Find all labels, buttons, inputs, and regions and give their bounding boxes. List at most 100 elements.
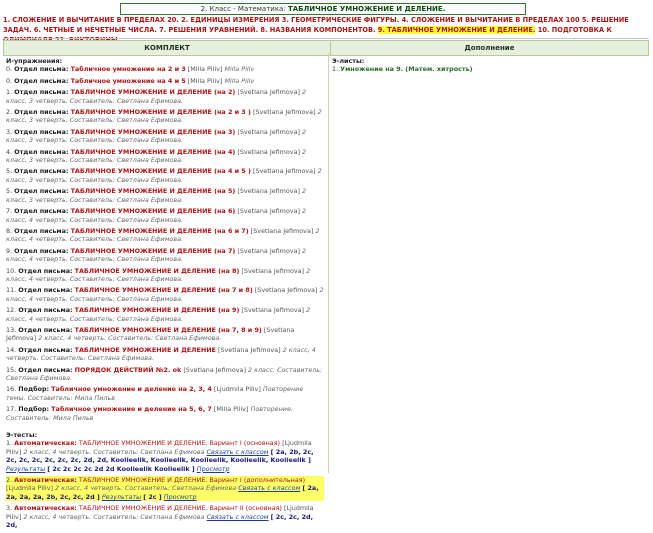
exercise-number: 3.: [6, 127, 13, 136]
exercise-number: 17.: [6, 405, 17, 414]
exercise-title-link[interactable]: ТАБЛИЧНОЕ УМНОЖЕНИЕ И ДЕЛЕНИЕ (на 4): [71, 148, 236, 156]
exercise-type: Отдел письма:: [14, 127, 69, 136]
exercise-type: Отдел письма:: [18, 365, 73, 374]
exercise-title-link[interactable]: Табличное умножение на 4 и 5: [71, 77, 186, 85]
exercise-type: Отдел письма:: [18, 286, 73, 295]
link-class-link[interactable]: Связать с классом: [238, 484, 300, 492]
exercise-author: [Svetlana Jefimova]: [237, 127, 300, 136]
exercise-author: [Svetlana Jefimova]: [237, 187, 300, 196]
topic-link[interactable]: 1. СЛОЖЕНИЕ И ВЫЧИТАНИЕ В ПРЕДЕЛАХ 20.: [3, 16, 179, 24]
topic-link[interactable]: 6. ЧЕТНЫЕ И НЕЧЕТНЫЕ ЧИСЛА.: [34, 26, 157, 34]
exercise-author: [Svetlana Jefimova]: [237, 88, 300, 97]
view-link[interactable]: Просмотр: [164, 493, 197, 501]
topic-link[interactable]: 8. НАЗВАНИЯ КОМПОНЕНТОВ.: [260, 26, 375, 34]
results-link[interactable]: Результаты: [6, 465, 45, 473]
view-link[interactable]: Просмотр: [197, 465, 230, 473]
results-link[interactable]: Результаты: [102, 493, 141, 501]
exercise-title-link[interactable]: ТАБЛИЧНОЕ УМНОЖЕНИЕ И ДЕЛЕНИЕ (на 4 и 5 …: [71, 167, 251, 175]
test-number: 3.: [6, 504, 13, 513]
exercise-title-link[interactable]: ТАБЛИЧНОЕ УМНОЖЕНИЕ И ДЕЛЕНИЕ (на 3): [71, 128, 236, 136]
exercise-item: 5. Отдел письма: ТАБЛИЧНОЕ УМНОЖЕНИЕ И Д…: [6, 167, 324, 184]
exercise-number: 11.: [6, 286, 17, 295]
exercise-item: 2. Отдел письма: ТАБЛИЧНОЕ УМНОЖЕНИЕ И Д…: [6, 108, 324, 125]
test-item: 2. Автоматическая: ТАБЛИЧНОЕ УМНОЖЕНИЕ И…: [6, 476, 324, 502]
exercise-title-link[interactable]: ТАБЛИЧНОЕ УМНОЖЕНИЕ И ДЕЛЕНИЕ (на 6 и 7): [71, 227, 249, 235]
page-title-box: 2. Класс - Математика: ТАБЛИЧНОЕ УМНОЖЕН…: [120, 3, 526, 15]
worksheet-link[interactable]: Умножение на 9. (Матем. хитрость): [340, 65, 472, 73]
exercise-title-link[interactable]: ТАБЛИЧНОЕ УМНОЖЕНИЕ И ДЕЛЕНИЕ (на 6): [71, 207, 236, 215]
link-class-link[interactable]: Связать с классом: [207, 513, 269, 521]
exercise-author: [Milla Piliv]: [187, 76, 223, 85]
exercise-type: Отдел письма:: [14, 246, 69, 255]
exercise-number: 15.: [6, 365, 17, 374]
exercise-title-link[interactable]: ТАБЛИЧНОЕ УМНОЖЕНИЕ И ДЕЛЕНИЕ (на 9): [75, 306, 240, 314]
exercise-item: 0. Отдел письма: Табличное умножение на …: [6, 65, 324, 73]
exercise-type: Отдел письма:: [14, 167, 69, 176]
exercise-meta: Milla Piliv: [224, 76, 255, 85]
exercises-heading: И-упражнения:: [6, 57, 63, 65]
test-meta: 2 класс, 4 четверть. Составитель: Светла…: [23, 512, 205, 521]
topic-link[interactable]: 2. ЕДИНИЦЫ ИЗМЕРЕНИЯ: [181, 16, 279, 24]
topic-link[interactable]: 3. ГЕОМЕТРИЧЕСКИЕ ФИГУРЫ.: [282, 16, 400, 24]
exercise-title-link[interactable]: ТАБЛИЧНОЕ УМНОЖЕНИЕ И ДЕЛЕНИЕ: [75, 346, 216, 354]
exercise-title-link[interactable]: ТАБЛИЧНОЕ УМНОЖЕНИЕ И ДЕЛЕНИЕ (на 7): [71, 247, 236, 255]
topic-link[interactable]: 9. ТАБЛИЧНОЕ УМНОЖЕНИЕ И ДЕЛЕНИЕ.: [377, 26, 536, 34]
page-title: ТАБЛИЧНОЕ УМНОЖЕНИЕ И ДЕЛЕНИЕ.: [287, 5, 446, 13]
test-title-link[interactable]: ТАБЛИЧНОЕ УМНОЖЕНИЕ И ДЕЛЕНИЕ. Вариант I…: [79, 504, 282, 512]
exercise-type: Подбор:: [18, 405, 50, 414]
test-title-link[interactable]: ТАБЛИЧНОЕ УМНОЖЕНИЕ И ДЕЛЕНИЕ. Вариант I…: [79, 476, 305, 484]
column-header-komplekt: КОМПЛЕКТ: [3, 40, 331, 56]
exercise-author: [Svetlana Jefimova]: [241, 306, 305, 315]
exercise-number: 1.: [6, 88, 13, 97]
test-type: Автоматическая:: [14, 504, 77, 513]
column-separator: [328, 53, 329, 473]
exercise-author: [Svetlana Jefimova]: [237, 147, 300, 156]
result-codes: [ 2c 2c 2c 2c 2d 2d Koolieelik Koolieeli…: [47, 464, 195, 473]
tests-heading: Э-тесты:: [6, 431, 38, 440]
exercise-number: 12.: [6, 306, 17, 315]
exercise-title-link[interactable]: ПОРЯДОК ДЕЙСТВИЙ №2. ok: [75, 366, 182, 374]
exercise-item: 17. Подбор: Табличное умножение и делени…: [6, 405, 324, 422]
exercise-item: 13. Отдел письма: ТАБЛИЧНОЕ УМНОЖЕНИЕ И …: [6, 326, 324, 343]
exercise-title-link[interactable]: ТАБЛИЧНОЕ УМНОЖЕНИЕ И ДЕЛЕНИЕ (на 8): [75, 267, 240, 275]
exercise-title-link[interactable]: Табличное умножение и деление на 5, 6, 7: [51, 405, 212, 413]
link-class-link[interactable]: Связать с классом: [207, 448, 269, 456]
exercise-author: [Svetlana Jefimova]: [217, 345, 281, 354]
exercise-number: 0.: [6, 76, 13, 85]
exercise-item: 8. Отдел письма: ТАБЛИЧНОЕ УМНОЖЕНИЕ И Д…: [6, 227, 324, 244]
topic-link[interactable]: 7. РЕШЕНИЯ УРАВНЕНИЙ.: [159, 26, 258, 34]
exercise-type: Отдел письма:: [14, 65, 69, 74]
exercise-item: 14. Отдел письма: ТАБЛИЧНОЕ УМНОЖЕНИЕ И …: [6, 346, 324, 363]
content-table: КОМПЛЕКТ Дополнение: [3, 40, 649, 56]
exercise-title-link[interactable]: Табличное умножение на 2 и 3: [71, 65, 186, 73]
exercise-author: [Svetlana Jefimova]: [252, 167, 316, 176]
exercise-item: 15. Отдел письма: ПОРЯДОК ДЕЙСТВИЙ №2. o…: [6, 366, 324, 383]
exercise-item: 9. Отдел письма: ТАБЛИЧНОЕ УМНОЖЕНИЕ И Д…: [6, 247, 324, 264]
exercise-title-link[interactable]: ТАБЛИЧНОЕ УМНОЖЕНИЕ И ДЕЛЕНИЕ (на 5): [71, 187, 236, 195]
exercise-item: 4. Отдел письма: ТАБЛИЧНОЕ УМНОЖЕНИЕ И Д…: [6, 148, 324, 165]
exercise-item: 1. Отдел письма: ТАБЛИЧНОЕ УМНОЖЕНИЕ И Д…: [6, 88, 324, 105]
worksheet-number: 1.: [332, 65, 339, 74]
worksheet-item: 1. Умножение на 9. (Матем. хитрость): [332, 65, 647, 73]
topic-link[interactable]: 4. СЛОЖЕНИЕ И ВЫЧИТАНИЕ В ПРЕДЕЛАХ 100: [402, 16, 580, 24]
exercise-item: 12. Отдел письма: ТАБЛИЧНОЕ УМНОЖЕНИЕ И …: [6, 306, 324, 323]
exercise-title-link[interactable]: ТАБЛИЧНОЕ УМНОЖЕНИЕ И ДЕЛЕНИЕ (на 2): [71, 88, 236, 96]
exercise-number: 4.: [6, 147, 13, 156]
worksheets-heading: Э-листы:: [332, 57, 365, 65]
exercise-item: 10. Отдел письма: ТАБЛИЧНОЕ УМНОЖЕНИЕ И …: [6, 267, 324, 284]
exercise-title-link[interactable]: ТАБЛИЧНОЕ УМНОЖЕНИЕ И ДЕЛЕНИЕ (на 7 и 8): [75, 286, 253, 294]
exercise-author: [Svetlana Jefimova]: [250, 226, 314, 235]
exercise-type: Подбор:: [18, 385, 50, 394]
exercise-number: 5.: [6, 187, 13, 196]
exercise-item: 0. Отдел письма: Табличное умножение на …: [6, 77, 324, 85]
exercise-title-link[interactable]: ТАБЛИЧНОЕ УМНОЖЕНИЕ И ДЕЛЕНИЕ (на 7, 8 и…: [75, 326, 262, 334]
exercise-item: 16. Подбор: Табличное умножение и делени…: [6, 385, 324, 402]
test-title-link[interactable]: ТАБЛИЧНОЕ УМНОЖЕНИЕ И ДЕЛЕНИЕ. Вариант I…: [79, 439, 280, 447]
exercise-author: [Svetlana Jefimova]: [237, 246, 300, 255]
exercise-title-link[interactable]: ТАБЛИЧНОЕ УМНОЖЕНИЕ И ДЕЛЕНИЕ (на 2 и 3 …: [71, 108, 251, 116]
exercise-type: Отдел письма:: [18, 345, 73, 354]
test-number: 1.: [6, 439, 13, 448]
exercise-title-link[interactable]: Табличное умножение и деление на 2, 3, 4: [51, 385, 212, 393]
exercise-type: Отдел письма:: [14, 226, 69, 235]
exercise-type: Отдел письма:: [18, 266, 73, 275]
